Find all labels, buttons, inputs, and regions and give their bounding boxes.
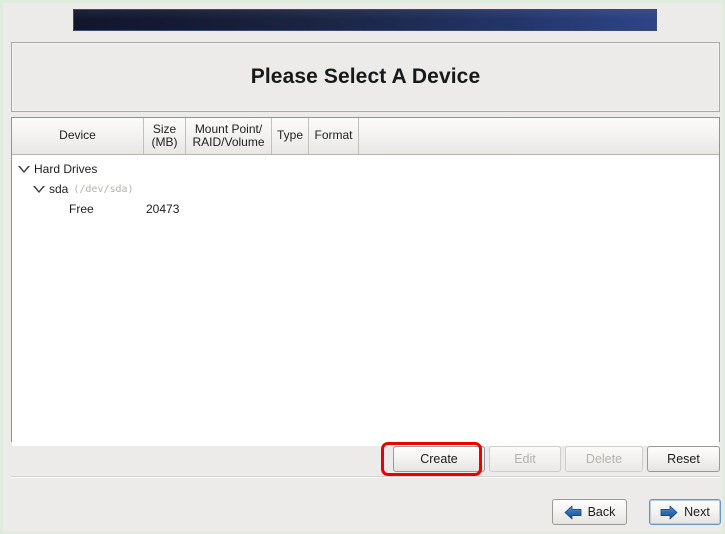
column-header-mount-line1: Mount Point/ xyxy=(194,121,263,136)
bottom-separator xyxy=(11,476,720,478)
back-button[interactable]: Back xyxy=(552,499,627,525)
edit-button: Edit xyxy=(489,446,561,472)
tree-cell-size: 20473 xyxy=(146,202,180,216)
create-button[interactable]: Create xyxy=(393,446,485,472)
tree-cell-device: sda (/dev/sda) xyxy=(12,182,144,196)
page-title: Please Select A Device xyxy=(250,65,481,88)
column-header-format[interactable]: Format xyxy=(309,118,359,154)
column-header-device[interactable]: Device xyxy=(12,118,144,154)
tree-row[interactable]: Hard Drives xyxy=(12,159,719,179)
next-button[interactable]: Next xyxy=(649,499,721,525)
tree-row-label: Hard Drives xyxy=(34,162,98,176)
expander-triangle-icon[interactable] xyxy=(33,183,46,196)
column-header-format-line1: Format xyxy=(314,128,353,143)
next-button-label: Next xyxy=(684,505,710,519)
table-header: Device Size (MB) Mount Point/ RAID/Volum… xyxy=(12,118,719,155)
arrow-left-icon xyxy=(564,505,581,519)
banner-sheen xyxy=(74,10,656,20)
action-button-row: Create Edit Delete Reset xyxy=(11,446,720,472)
installer-banner xyxy=(73,9,657,31)
column-header-type-line1: Type xyxy=(276,128,303,143)
tree-cell-device: Hard Drives xyxy=(12,162,144,176)
delete-button: Delete xyxy=(565,446,643,472)
tree-row[interactable]: sda (/dev/sda) xyxy=(12,179,719,199)
installer-window: Please Select A Device Device Size (MB) … xyxy=(0,0,725,534)
tree-row[interactable]: Free 20473 xyxy=(12,199,719,219)
column-header-size-line1: Size xyxy=(152,121,177,136)
tree-row-label: Free xyxy=(69,202,94,216)
tree-cell-device: Free xyxy=(12,202,144,216)
title-panel: Please Select A Device xyxy=(11,42,720,112)
column-header-filler xyxy=(359,118,719,154)
column-header-size-line2: (MB) xyxy=(151,135,178,149)
column-header-device-line1: Device xyxy=(59,128,96,143)
reset-button[interactable]: Reset xyxy=(647,446,720,472)
column-header-type[interactable]: Type xyxy=(272,118,309,154)
back-button-label: Back xyxy=(587,505,616,519)
tree-row-label: sda xyxy=(49,182,69,196)
column-header-mount-line2: RAID/Volume xyxy=(192,135,265,149)
expander-triangle-icon[interactable] xyxy=(18,163,31,176)
device-tree[interactable]: Hard Drives sda (/dev/sda) Free 20473 xyxy=(12,155,719,446)
device-list-panel: Device Size (MB) Mount Point/ RAID/Volum… xyxy=(11,117,720,446)
arrow-right-icon xyxy=(660,505,678,519)
tree-row-device-path: (/dev/sda) xyxy=(73,183,134,195)
column-header-size[interactable]: Size (MB) xyxy=(144,118,186,154)
column-header-mount-point[interactable]: Mount Point/ RAID/Volume xyxy=(186,118,272,154)
